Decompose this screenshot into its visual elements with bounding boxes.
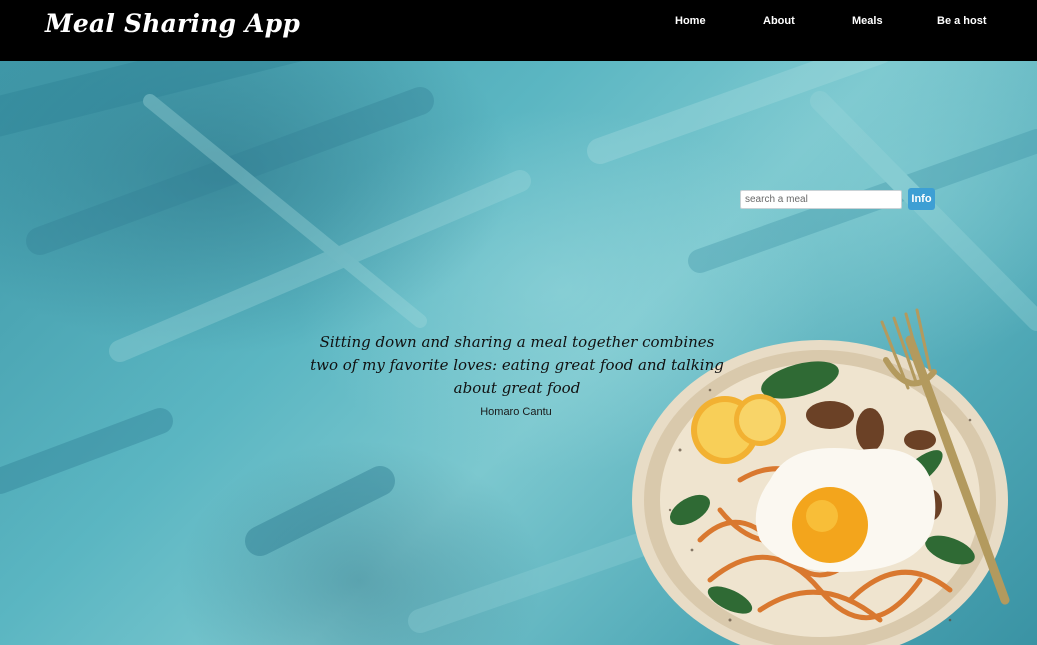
nav-link-meals[interactable]: Meals	[852, 15, 883, 27]
search-meal-input[interactable]	[740, 190, 902, 209]
info-button[interactable]: Info	[908, 188, 935, 210]
page: Meal Sharing App Home About Meals Be a h…	[0, 0, 1037, 645]
quote-author: Homaro Cantu	[480, 406, 552, 418]
brand-logo-link[interactable]: Meal Sharing App	[45, 9, 300, 38]
nav-link-about[interactable]: About	[763, 15, 795, 27]
top-navbar: Meal Sharing App Home About Meals Be a h…	[0, 0, 1037, 61]
hero-quote: Sitting down and sharing a meal together…	[310, 333, 724, 397]
nav-link-be-a-host[interactable]: Be a host	[937, 15, 987, 27]
nav-link-home[interactable]: Home	[675, 15, 706, 27]
